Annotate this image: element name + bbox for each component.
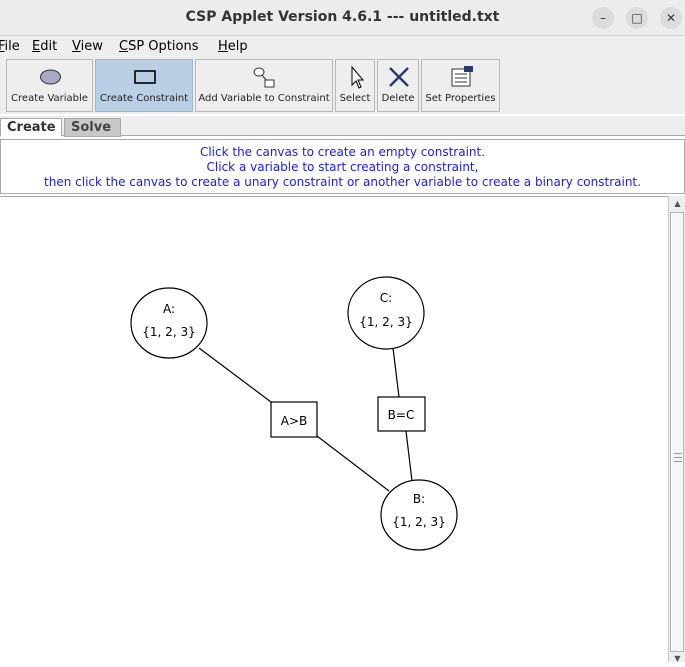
constraint-node-b-eq-c[interactable]: B=C	[377, 396, 426, 432]
properties-icon	[451, 66, 473, 87]
create-variable-label: Create Variable	[11, 93, 88, 104]
menu-bar: File Edit View CSP Options Help	[0, 36, 685, 58]
select-button[interactable]: Select	[335, 59, 375, 112]
edge-a-ab	[198, 347, 272, 403]
delete-button[interactable]: Delete	[377, 59, 419, 112]
constraint-b-eq-c-label: B=C	[388, 408, 415, 422]
window-title: CSP Applet Version 4.6.1 --- untitled.tx…	[185, 9, 500, 25]
variable-b-name: B:	[413, 492, 425, 506]
scrollbar-thumb[interactable]	[670, 212, 684, 652]
edge-c-bc	[392, 347, 400, 398]
constraint-node-a-gt-b[interactable]: A>B	[270, 401, 318, 438]
variable-node-c[interactable]: C: {1, 2, 3}	[347, 276, 425, 350]
create-constraint-button[interactable]: Create Constraint	[95, 59, 193, 112]
edge-ab-b	[316, 435, 390, 492]
title-bar[interactable]: CSP Applet Version 4.6.1 --- untitled.tx…	[0, 0, 685, 36]
select-label: Select	[339, 93, 371, 104]
vertical-scrollbar[interactable]: ▲ ▼	[668, 196, 685, 663]
delete-label: Delete	[381, 93, 415, 104]
add-variable-label: Add Variable to Constraint	[198, 93, 330, 104]
link-node-icon	[253, 67, 275, 88]
variable-c-name: C:	[380, 291, 392, 305]
create-constraint-label: Create Constraint	[99, 93, 189, 104]
edge-bc-b	[405, 430, 413, 482]
variable-a-name: A:	[163, 302, 175, 316]
toolbar: Create Variable Create Constraint Add Va…	[0, 58, 685, 114]
menu-file[interactable]: File	[0, 39, 20, 54]
variable-a-domain: {1, 2, 3}	[142, 325, 195, 339]
instruction-line-2: Click a variable to start creating a con…	[206, 160, 479, 174]
tab-bar: Create Solve	[0, 116, 685, 137]
set-properties-label: Set Properties	[425, 93, 496, 104]
constraint-a-gt-b-label: A>B	[281, 414, 308, 428]
close-button[interactable]: ✕	[660, 7, 682, 29]
scroll-down-arrow-icon[interactable]: ▼	[669, 652, 685, 666]
variable-b-domain: {1, 2, 3}	[392, 515, 445, 529]
menu-view[interactable]: View	[72, 39, 103, 54]
instruction-line-3: then click the canvas to create a unary …	[44, 175, 641, 189]
add-variable-to-constraint-button[interactable]: Add Variable to Constraint	[195, 59, 333, 112]
instruction-panel: Click the canvas to create an empty cons…	[0, 139, 685, 194]
set-properties-button[interactable]: Set Properties	[421, 59, 500, 112]
scrollbar-grip-icon	[674, 453, 682, 462]
scroll-up-arrow-icon[interactable]: ▲	[669, 197, 685, 211]
cursor-arrow-icon	[351, 65, 365, 89]
menu-edit[interactable]: Edit	[32, 39, 57, 54]
variable-node-b[interactable]: B: {1, 2, 3}	[380, 479, 458, 551]
create-variable-button[interactable]: Create Variable	[6, 59, 93, 112]
rectangle-icon	[134, 70, 156, 84]
menu-csp-options[interactable]: CSP Options	[119, 39, 198, 54]
variable-c-domain: {1, 2, 3}	[359, 315, 412, 329]
menu-help[interactable]: Help	[218, 39, 248, 54]
constraint-graph[interactable]: A: {1, 2, 3} C: {1, 2, 3} B: {1, 2, 3} A…	[0, 197, 668, 663]
ellipse-icon	[40, 69, 61, 85]
variable-node-a[interactable]: A: {1, 2, 3}	[130, 287, 208, 359]
instruction-line-1: Click the canvas to create an empty cons…	[199, 145, 486, 159]
maximize-button[interactable]: □	[626, 7, 648, 29]
delete-x-icon	[389, 67, 409, 87]
graph-canvas[interactable]: A: {1, 2, 3} C: {1, 2, 3} B: {1, 2, 3} A…	[0, 196, 668, 662]
minimize-button[interactable]: –	[592, 7, 614, 29]
tab-solve[interactable]: Solve	[64, 118, 121, 137]
tab-create[interactable]: Create	[0, 118, 62, 137]
